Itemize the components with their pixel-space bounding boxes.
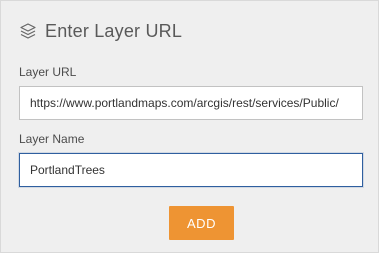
layer-name-input[interactable] <box>19 153 363 187</box>
panel-title: Enter Layer URL <box>45 20 183 41</box>
layer-url-input[interactable] <box>19 86 363 120</box>
layers-icon <box>19 22 37 40</box>
layer-url-label: Layer URL <box>19 65 77 79</box>
add-layer-panel: Enter Layer URL Layer URL Layer Name ADD <box>0 0 379 253</box>
add-button[interactable]: ADD <box>169 206 234 240</box>
layer-name-label: Layer Name <box>19 132 85 146</box>
panel-header: Enter Layer URL <box>19 19 182 43</box>
